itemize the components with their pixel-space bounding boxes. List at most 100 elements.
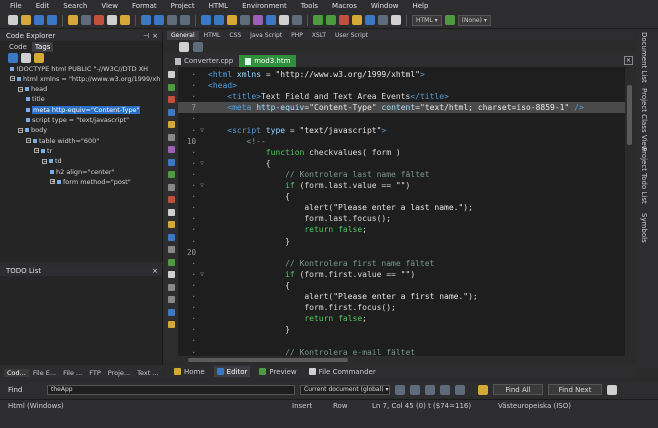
html-tool-icon[interactable] (168, 208, 175, 216)
pin-icon[interactable]: ⊣ (143, 32, 149, 40)
html-tool-icon[interactable] (168, 71, 175, 78)
compare-icon[interactable] (292, 15, 302, 25)
syntax-combo[interactable]: HTML ▾ (412, 14, 442, 26)
html-tool-icon[interactable] (168, 271, 175, 278)
insert-tag-icon[interactable] (179, 41, 189, 52)
save-icon[interactable] (34, 15, 44, 25)
undo-icon[interactable] (141, 15, 151, 25)
editor-horizontal-scrollbar[interactable] (178, 356, 625, 364)
html-tool-icon[interactable] (168, 221, 175, 228)
code-line[interactable]: · <html xmlns = "http://www.w3.org/1999/x… (178, 69, 625, 80)
save-all-icon[interactable] (47, 15, 57, 25)
fold-marker[interactable]: ▽ (196, 160, 208, 167)
code-line[interactable]: · <head> (178, 80, 625, 91)
view-tab-home[interactable]: Home (171, 366, 208, 377)
lang-tab-java-script[interactable]: Java Script (246, 31, 286, 40)
html-tool-icon[interactable] (168, 121, 175, 128)
html-tool-icon[interactable] (168, 158, 175, 166)
menu-item-tools[interactable]: Tools (301, 2, 318, 10)
menu-item-edit[interactable]: Edit (36, 2, 50, 10)
right-dock-tab[interactable]: Project Class View (640, 88, 648, 151)
menu-item-window[interactable]: Window (371, 2, 399, 10)
code-line[interactable]: · form.last.focus(); (178, 213, 625, 224)
word-count-icon[interactable] (279, 15, 289, 25)
close-icon[interactable]: × (152, 32, 158, 40)
code-line[interactable]: · { (178, 191, 625, 202)
document-tab[interactable]: Converter.cpp (169, 55, 239, 67)
fold-marker[interactable]: ▽ (196, 182, 208, 189)
tree-node[interactable]: + form method="post" (50, 177, 131, 186)
code-line[interactable]: · { (178, 280, 625, 291)
play-icon[interactable] (326, 15, 336, 25)
tree-node[interactable]: − body (18, 126, 47, 135)
browser-icon[interactable] (352, 15, 362, 25)
code-line[interactable]: · <title>Text Field and Text Area Events… (178, 91, 625, 102)
close-icon[interactable]: × (152, 267, 158, 275)
code-line[interactable]: · alert("Please enter a last name."); (178, 202, 625, 213)
left-panel-tab[interactable]: Proje... (105, 369, 133, 377)
tools-icon[interactable] (391, 15, 401, 25)
code-line[interactable]: · ▽ if (form.first.value == "") (178, 269, 625, 280)
refresh-icon[interactable] (8, 53, 18, 63)
editor-hscroll-thumb[interactable] (188, 358, 348, 362)
code-line[interactable]: 20 (178, 247, 625, 258)
tree-node[interactable]: − head (18, 85, 47, 94)
code-line[interactable]: 7 <meta http-equiv="Content-Type" conten… (178, 102, 625, 114)
view-tab-preview[interactable]: Preview (256, 366, 299, 377)
code-line[interactable]: · ▽ { (178, 158, 625, 169)
search-scope-select[interactable]: Current document (global) ▾ (300, 384, 390, 395)
paste-icon[interactable] (120, 15, 130, 25)
tab-code[interactable]: Code (6, 42, 30, 52)
html-tool-icon[interactable] (168, 283, 175, 291)
lang-tab-html[interactable]: HTML (200, 31, 225, 40)
menu-item-environment[interactable]: Environment (242, 2, 287, 10)
whole-word-icon[interactable] (410, 384, 420, 395)
expand-icon[interactable]: + (50, 179, 55, 185)
tree-node[interactable]: − td (42, 157, 62, 166)
menu-item-format[interactable]: Format (132, 2, 157, 10)
match-case-icon[interactable] (395, 384, 405, 395)
left-panel-tab[interactable]: Cod... (4, 368, 29, 377)
left-panel-tab[interactable]: File E... (30, 369, 59, 377)
find-next-button[interactable]: Find Next (548, 384, 602, 395)
stop-icon[interactable] (339, 15, 349, 25)
collapse-icon[interactable]: − (34, 148, 39, 154)
view-tab-editor[interactable]: Editor (213, 366, 251, 377)
wrap-icon[interactable] (240, 15, 250, 25)
filter-icon[interactable] (34, 53, 44, 63)
tree-node[interactable]: title (26, 95, 45, 104)
code-line[interactable]: · return false; (178, 224, 625, 235)
view-tab-file-commander[interactable]: File Commander (306, 366, 379, 377)
preview-icon[interactable] (365, 15, 375, 25)
document-tab[interactable]: mod3.htm (239, 55, 297, 67)
html-tool-icon[interactable] (168, 246, 175, 253)
none-combo[interactable]: (None) ▾ (457, 14, 491, 26)
lang-tab-php[interactable]: PHP (287, 31, 307, 40)
html-tool-icon[interactable] (168, 233, 175, 241)
close-document-icon[interactable]: × (624, 56, 633, 65)
html-tool-icon[interactable] (168, 296, 175, 303)
find-icon[interactable] (167, 15, 177, 25)
menu-item-file[interactable]: File (10, 2, 22, 10)
code-line[interactable]: · (178, 335, 625, 346)
tree-node[interactable]: − tr (34, 146, 52, 155)
code-line[interactable]: · (178, 113, 625, 124)
sort-icon[interactable] (21, 53, 31, 63)
ftp-icon[interactable] (378, 15, 388, 25)
find-all-button[interactable]: Find All (493, 384, 543, 395)
lang-tab-user-script[interactable]: User Script (331, 31, 372, 40)
html-tool-icon[interactable] (168, 171, 175, 178)
tag-settings-icon[interactable] (193, 41, 203, 52)
code-line[interactable]: · } (178, 324, 625, 335)
tree-node[interactable]: meta http-equiv="Content-Type" (26, 105, 141, 114)
indent-icon[interactable] (201, 15, 211, 25)
collapse-icon[interactable]: − (26, 138, 31, 144)
code-line[interactable]: · // Kontrolera first name fältet (178, 258, 625, 269)
collapse-icon[interactable]: − (18, 127, 23, 133)
fold-marker[interactable]: ▽ (196, 127, 208, 134)
code-editor[interactable]: · <html xmlns = "http://www.w3.org/1999/x… (178, 67, 625, 357)
lang-tab-css[interactable]: CSS (225, 31, 245, 40)
html-tool-icon[interactable] (168, 183, 175, 191)
html-tool-icon[interactable] (168, 83, 175, 91)
outdent-icon[interactable] (214, 15, 224, 25)
